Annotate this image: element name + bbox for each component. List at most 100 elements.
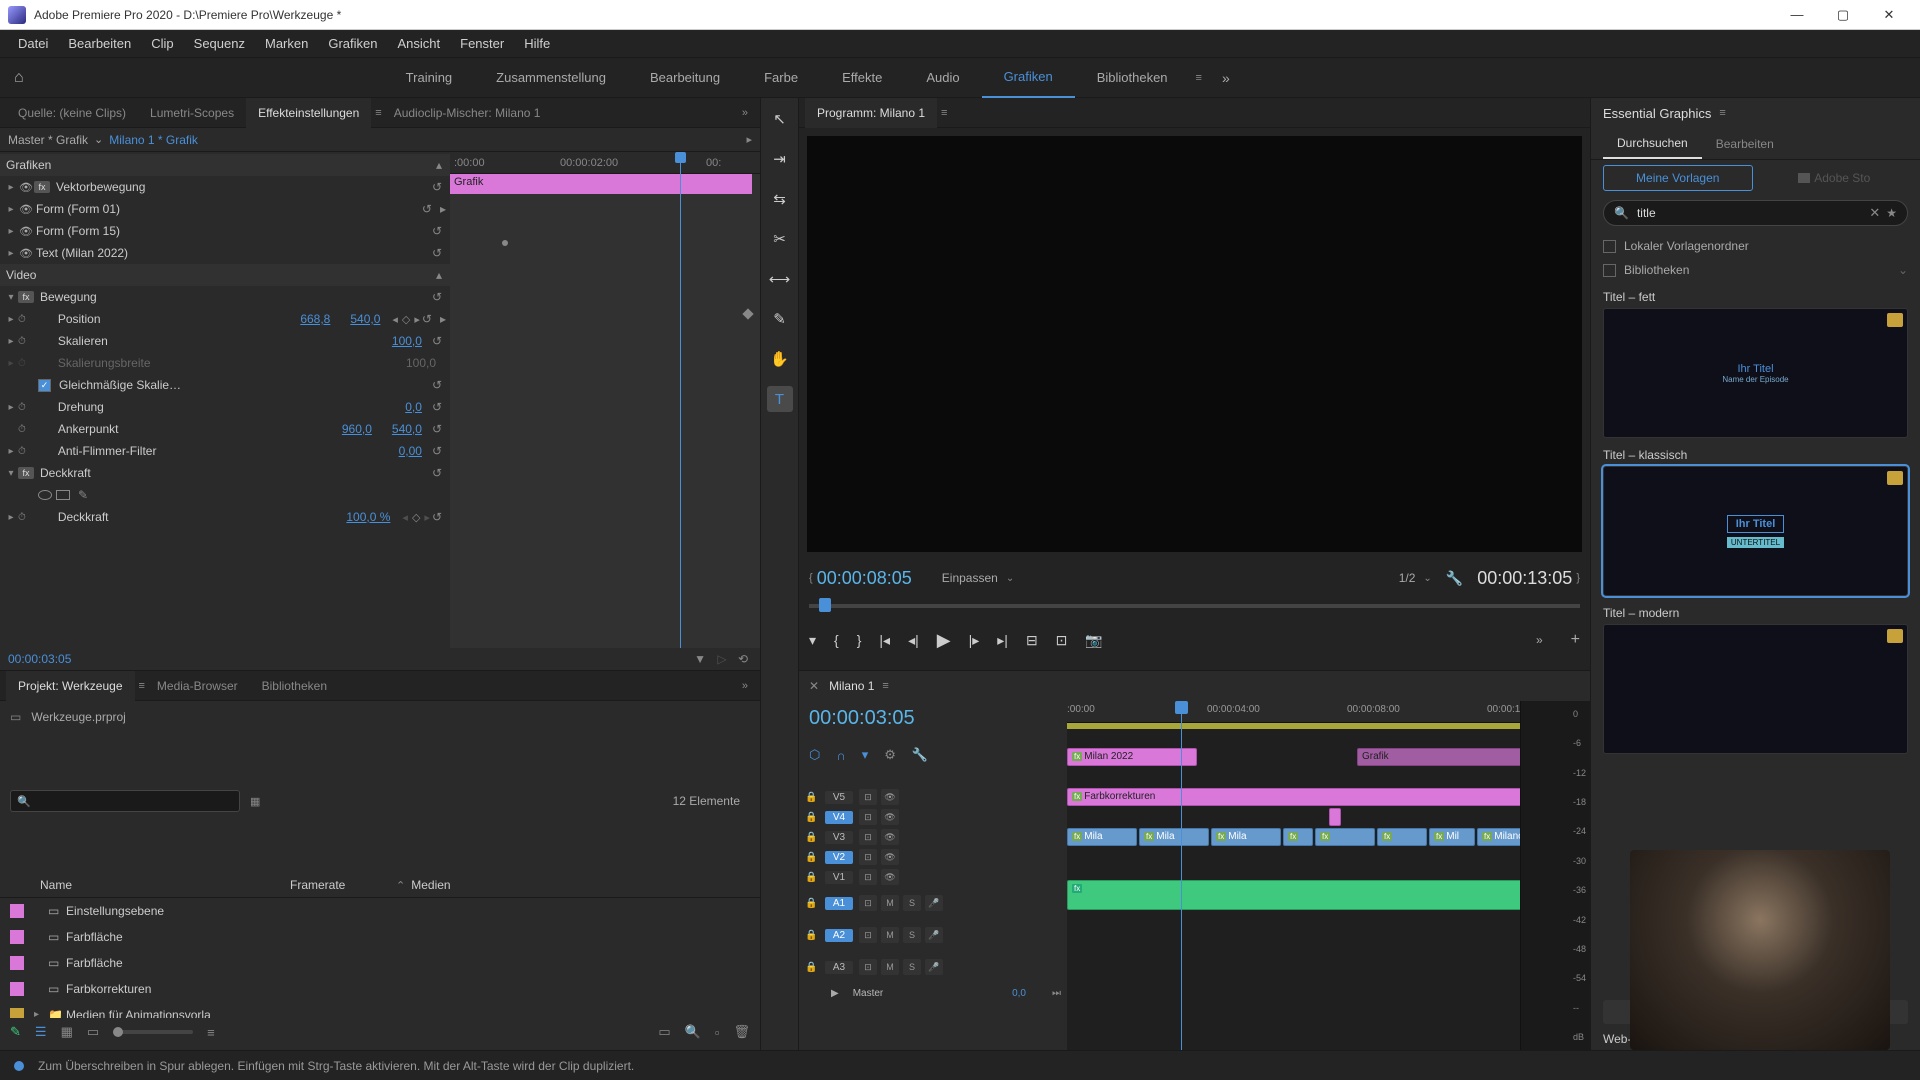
source-tab[interactable]: Quelle: (keine Clips) [6, 98, 138, 128]
timeline-timecode[interactable]: 00:00:03:05 [809, 707, 915, 729]
project-tab[interactable]: Bibliotheken [250, 671, 339, 701]
ellipse-mask-icon[interactable] [38, 490, 52, 500]
selection-tool-icon[interactable]: ↖ [767, 106, 793, 132]
reset-icon[interactable]: ↺ [432, 510, 442, 524]
project-tab[interactable]: Projekt: Werkzeuge [6, 671, 135, 701]
clip-v1-6[interactable]: fx [1377, 828, 1427, 846]
sync-lock-icon[interactable]: ⊡ [859, 869, 877, 885]
marker-icon[interactable]: ▾ [862, 747, 869, 763]
clip-marker[interactable] [1329, 808, 1341, 826]
jump-icon[interactable]: ⏭ [1052, 988, 1061, 999]
eg-template-item[interactable]: Titel – klassisch Ihr TitelUNTERTITEL [1603, 448, 1908, 596]
anchor-x-value[interactable]: 960,0 [342, 422, 372, 436]
pos-y-value[interactable]: 540,0 [350, 312, 380, 326]
expand-icon[interactable]: ▸ [34, 1009, 48, 1018]
solo-button[interactable]: S [903, 927, 921, 943]
sort-icon[interactable]: ⌃ [396, 879, 405, 892]
go-to-in-icon[interactable]: |◂ [879, 632, 890, 649]
chevron-down-icon[interactable]: ⌄ [1898, 263, 1908, 277]
track-target[interactable]: V1 [825, 871, 853, 884]
favorite-icon[interactable]: ★ [1886, 206, 1897, 220]
play-icon[interactable]: ▶ [937, 630, 951, 651]
record-icon[interactable]: 🎤 [925, 959, 943, 975]
keyframe-marker[interactable] [502, 240, 508, 246]
eye-icon[interactable]: 👁 [881, 789, 899, 805]
play-only-icon[interactable]: ▷ [717, 652, 726, 666]
anchor-y-value[interactable]: 540,0 [392, 422, 422, 436]
audio-track-header[interactable]: 🔒 A1 ⊡MS🎤 [799, 887, 1067, 919]
workspace-overflow-icon[interactable]: » [1222, 70, 1230, 86]
eg-template-item[interactable]: Titel – fett Ihr TitelName der Episode [1603, 290, 1908, 438]
menu-datei[interactable]: Datei [8, 36, 58, 51]
chevron-down-icon[interactable]: ⌄ [1423, 573, 1431, 584]
fx-section-graphics[interactable]: Grafiken ▴ [0, 154, 450, 176]
fx-row-masks[interactable]: ✎ [0, 484, 450, 506]
program-viewport[interactable] [807, 136, 1582, 552]
lock-icon[interactable]: 🔒 [805, 930, 819, 941]
fx-row-uniform[interactable]: ✓Gleichmäßige Skalie…↺ [0, 374, 450, 396]
reset-icon[interactable]: ↺ [422, 202, 432, 216]
project-item[interactable]: ▭ Einstellungsebene [0, 898, 760, 924]
timeline-playhead[interactable] [1181, 701, 1182, 1050]
master-track-header[interactable]: ▶Master0,0⏭ [799, 983, 1067, 1003]
fx-row-anker[interactable]: ⏱Ankerpunkt960,0540,0↺ [0, 418, 450, 440]
overflow-icon[interactable]: » [736, 107, 754, 119]
eye-icon[interactable]: 👁 [18, 247, 34, 260]
play-icon[interactable]: ▸ [746, 133, 752, 146]
fx-row-position[interactable]: ▸⏱Position668,8540,0◂◇▸↺▸ [0, 308, 450, 330]
clip-v1-3[interactable]: fxMila [1211, 828, 1281, 846]
eye-icon[interactable]: 👁 [881, 869, 899, 885]
fx-row-form15[interactable]: ▸👁Form (Form 15)↺ [0, 220, 450, 242]
clip-milan2022[interactable]: fxMilan 2022 [1067, 748, 1197, 766]
step-back-icon[interactable]: ◂| [908, 632, 919, 649]
fx-playhead[interactable] [680, 152, 681, 648]
go-to-out-icon[interactable]: ▸| [997, 632, 1008, 649]
lock-icon[interactable]: 🔒 [805, 962, 819, 973]
program-timecode[interactable]: 00:00:08:05 [817, 568, 912, 589]
audio-track-header[interactable]: 🔒 A3 ⊡MS🎤 [799, 951, 1067, 983]
panel-menu-icon[interactable]: ≡ [1719, 107, 1725, 119]
fx-timeline-clip[interactable]: Grafik [450, 174, 752, 194]
track-target[interactable]: V5 [825, 791, 853, 804]
razor-tool-icon[interactable]: ✂ [767, 226, 793, 252]
col-framerate[interactable]: Framerate [290, 878, 390, 892]
timeline-ruler[interactable]: :00:0000:00:04:0000:00:08:0000:00:12:000… [1067, 701, 1520, 723]
project-item[interactable]: ▭ Farbfläche [0, 924, 760, 950]
linked-icon[interactable]: ∩ [836, 748, 845, 763]
workspace-bibliotheken[interactable]: Bibliotheken [1075, 58, 1190, 98]
project-item[interactable]: ▭ Farbkorrekturen [0, 976, 760, 1002]
template-thumbnail[interactable]: Ihr TitelUNTERTITEL [1603, 466, 1908, 596]
wrench-icon[interactable]: 🔧 [1446, 570, 1463, 587]
project-tab[interactable]: Media-Browser [145, 671, 250, 701]
export-frame-icon[interactable]: 📷 [1085, 632, 1102, 649]
clip-v1-7[interactable]: fxMil [1429, 828, 1475, 846]
close-icon[interactable]: ✕ [809, 679, 819, 693]
reset-icon[interactable]: ↺ [432, 224, 442, 238]
reset-icon[interactable]: ↺ [432, 378, 442, 392]
next-keyframe-icon[interactable]: ▸ [414, 313, 420, 326]
sync-lock-icon[interactable]: ⊡ [859, 959, 877, 975]
overflow-icon[interactable]: » [736, 680, 754, 692]
keyframe-diamond[interactable] [742, 308, 753, 319]
collapse-icon[interactable]: ▴ [436, 268, 442, 282]
zoom-slider[interactable] [113, 1030, 193, 1034]
menu-sequenz[interactable]: Sequenz [184, 36, 255, 51]
workspace-bearbeitung[interactable]: Bearbeitung [628, 58, 742, 98]
scale-value[interactable]: 100,0 [392, 334, 422, 348]
loop-icon[interactable]: ⟲ [738, 652, 748, 666]
sync-lock-icon[interactable]: ⊡ [859, 789, 877, 805]
video-track-header[interactable]: 🔒 V1 ⊡👁 [799, 867, 1067, 887]
fx-timecode[interactable]: 00:00:03:05 [8, 652, 71, 666]
reset-icon[interactable]: ↺ [432, 246, 442, 260]
workspace-farbe[interactable]: Farbe [742, 58, 820, 98]
program-tab[interactable]: Programm: Milano 1 [805, 98, 937, 128]
lock-icon[interactable]: 🔒 [805, 792, 819, 803]
collapse-icon[interactable]: ▴ [436, 158, 442, 172]
mark-out-icon[interactable]: } [857, 632, 862, 648]
fx-clip-label[interactable]: Milano 1 * Grafik [109, 133, 198, 147]
transport-overflow-icon[interactable]: » [1536, 633, 1543, 647]
eg-subtab-stock[interactable]: Adobe Sto [1761, 165, 1909, 191]
stopwatch-icon[interactable]: ⏱ [18, 402, 26, 413]
fx-row-form01[interactable]: ▸👁Form (Form 01)↺▸ [0, 198, 450, 220]
eg-filter-local[interactable]: Lokaler Vorlagenordner [1603, 234, 1908, 258]
